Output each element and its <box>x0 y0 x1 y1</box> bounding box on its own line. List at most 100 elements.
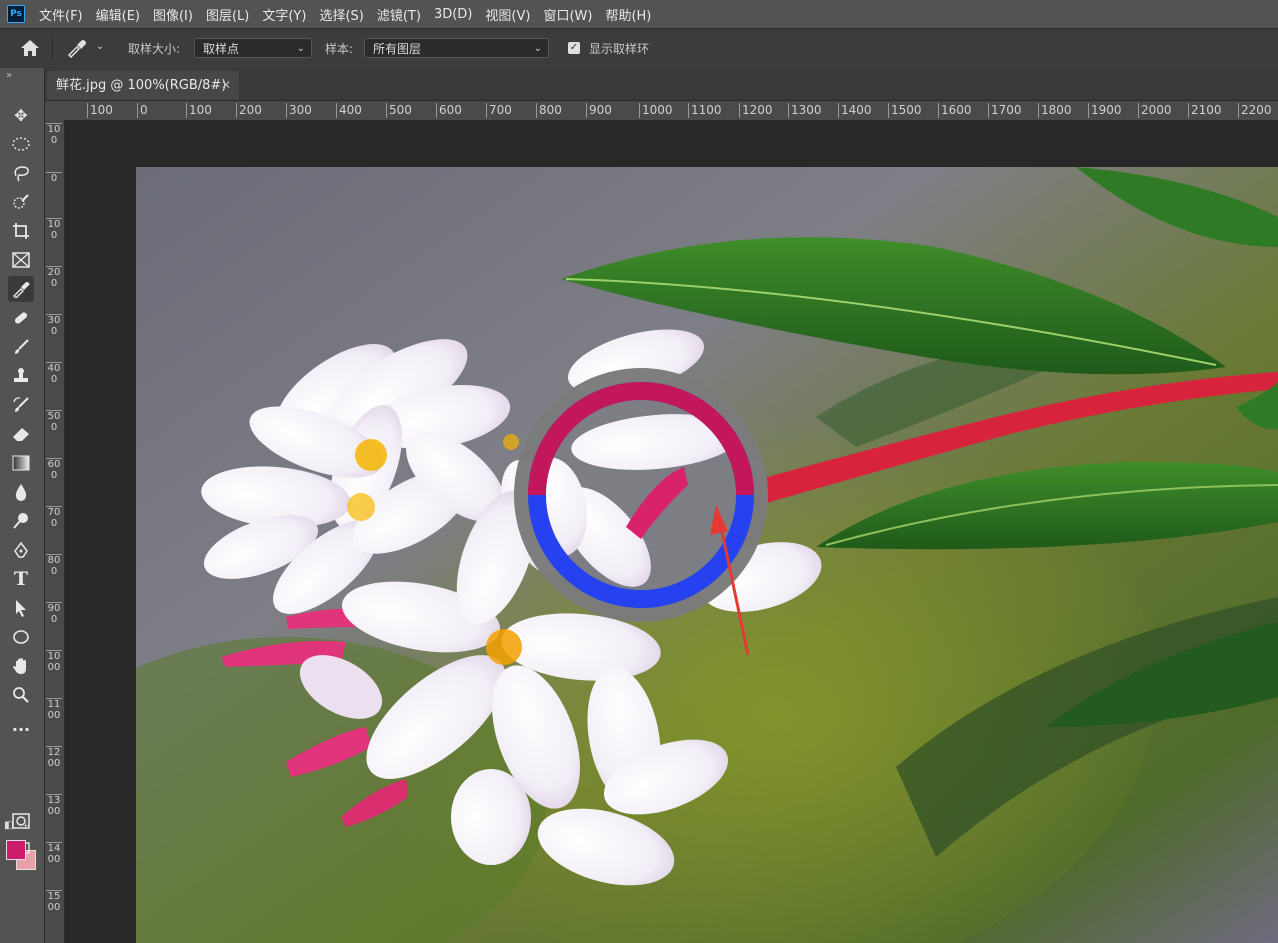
marquee-icon[interactable] <box>8 131 34 157</box>
eraser-icon[interactable] <box>8 421 34 447</box>
ruler-label: 1100 <box>688 103 722 118</box>
canvas-area[interactable] <box>65 121 1278 943</box>
sample-size-value: 取样点 <box>203 42 240 56</box>
separator <box>52 37 53 61</box>
menu-bar: Ps 文件(F) 编辑(E) 图像(I) 图层(L) 文字(Y) 选择(S) 滤… <box>0 0 1278 28</box>
zoom-icon[interactable] <box>8 682 34 708</box>
ruler-label: 200 <box>46 266 62 289</box>
blur-icon[interactable] <box>8 479 34 505</box>
ruler-label: 2100 <box>1188 103 1222 118</box>
sample-size-label: 取样大小: <box>128 42 181 56</box>
lasso-icon[interactable] <box>8 160 34 186</box>
document-tabs: 鲜花.jpg @ 100%(RGB/8#) ✕ <box>45 68 1278 101</box>
flower-center <box>503 434 519 450</box>
show-ring-label: 显示取样环 <box>589 42 650 56</box>
ruler-label: 1800 <box>1038 103 1072 118</box>
ruler-label: 100 <box>186 103 212 118</box>
crop-icon[interactable] <box>8 218 34 244</box>
collapse-icon[interactable]: » <box>6 70 12 81</box>
ruler-label: 100 <box>87 103 113 118</box>
more-icon[interactable]: ··· <box>8 716 34 742</box>
chevron-down-icon: ⌄ <box>533 43 542 54</box>
ruler-label: 1000 <box>46 650 62 673</box>
ruler-label: 1000 <box>639 103 673 118</box>
home-icon[interactable] <box>20 39 40 61</box>
ruler-label: 1200 <box>739 103 773 118</box>
ruler-label: 2000 <box>1138 103 1172 118</box>
move-icon[interactable]: ✥ <box>8 102 34 128</box>
flower-center <box>355 439 387 471</box>
flower-petal <box>451 769 531 865</box>
ruler-label: 1400 <box>46 842 62 865</box>
stamp-icon[interactable] <box>8 363 34 389</box>
sample-value: 所有图层 <box>373 42 422 56</box>
ruler-origin[interactable] <box>45 101 64 120</box>
menu-layer[interactable]: 图层(L) <box>206 5 249 24</box>
photoshop-logo[interactable]: Ps <box>7 5 25 23</box>
close-icon[interactable]: ✕ <box>221 71 231 100</box>
show-ring-checkbox[interactable]: ✓ <box>568 42 580 54</box>
document-tab-title: 鲜花.jpg @ 100%(RGB/8#) <box>56 78 227 93</box>
sample-label: 样本: <box>325 42 354 56</box>
ruler-label: 400 <box>336 103 362 118</box>
menu-3d[interactable]: 3D(D) <box>434 7 472 22</box>
menu-view[interactable]: 视图(V) <box>485 5 530 24</box>
menu-type[interactable]: 文字(Y) <box>262 5 306 24</box>
ruler-label: 400 <box>46 362 62 385</box>
ruler-label: 300 <box>286 103 312 118</box>
chevron-down-icon: ⌄ <box>296 43 305 54</box>
pen-icon[interactable] <box>8 537 34 563</box>
quick-select-icon[interactable] <box>8 189 34 215</box>
horizontal-ruler[interactable]: 100 0 100 200 300 400 500 600 700 800 90… <box>64 101 1278 121</box>
ruler-label: 700 <box>486 103 512 118</box>
ellipse-icon[interactable] <box>8 624 34 650</box>
quick-mask-icon[interactable] <box>8 808 34 834</box>
menu-file[interactable]: 文件(F) <box>39 5 83 24</box>
ruler-label: 1600 <box>938 103 972 118</box>
document-tab[interactable]: 鲜花.jpg @ 100%(RGB/8#) ✕ <box>47 71 239 100</box>
ruler-label: 1300 <box>46 794 62 817</box>
dodge-icon[interactable] <box>8 508 34 534</box>
menu-edit[interactable]: 编辑(E) <box>96 5 140 24</box>
ruler-label: 700 <box>46 506 62 529</box>
history-brush-icon[interactable] <box>8 392 34 418</box>
ruler-label: 500 <box>386 103 412 118</box>
menu-help[interactable]: 帮助(H) <box>605 5 651 24</box>
ruler-label: 1200 <box>46 746 62 769</box>
ruler-label: 100 <box>46 123 62 146</box>
gradient-icon[interactable] <box>8 450 34 476</box>
vertical-ruler[interactable]: 100 0 100 200 300 400 500 600 700 800 90… <box>45 120 65 943</box>
frame-icon[interactable] <box>8 247 34 273</box>
ruler-label: 800 <box>536 103 562 118</box>
ruler-label: 300 <box>46 314 62 337</box>
type-icon[interactable]: T <box>8 566 34 592</box>
ruler-label: 900 <box>586 103 612 118</box>
ruler-label: 800 <box>46 554 62 577</box>
menu-image[interactable]: 图像(I) <box>153 5 193 24</box>
ruler-label: 600 <box>46 458 62 481</box>
ruler-label: 0 <box>137 103 148 118</box>
ruler-label: 1100 <box>46 698 62 721</box>
path-select-icon[interactable] <box>8 595 34 621</box>
menu-filter[interactable]: 滤镜(T) <box>377 5 421 24</box>
ruler-label: 0 <box>46 172 62 184</box>
ruler-label: 900 <box>46 602 62 625</box>
sample-select[interactable]: 所有图层 ⌄ <box>364 38 549 58</box>
ruler-label: 1300 <box>788 103 822 118</box>
eyedropper-preset-icon[interactable] <box>66 38 88 62</box>
chevron-down-icon[interactable]: ⌄ <box>96 41 104 52</box>
ruler-label: 600 <box>436 103 462 118</box>
ruler-label: 1700 <box>988 103 1022 118</box>
healing-icon[interactable] <box>8 305 34 331</box>
flower-photo[interactable] <box>136 167 1278 943</box>
eyedropper-icon[interactable] <box>8 276 34 302</box>
ruler-label: 200 <box>236 103 262 118</box>
foreground-color-swatch[interactable] <box>6 840 26 860</box>
menu-window[interactable]: 窗口(W) <box>543 5 592 24</box>
hand-icon[interactable] <box>8 653 34 679</box>
sample-size-select[interactable]: 取样点 ⌄ <box>194 38 312 58</box>
ruler-label: 500 <box>46 410 62 433</box>
ruler-label: 1500 <box>888 103 922 118</box>
brush-icon[interactable] <box>8 334 34 360</box>
menu-select[interactable]: 选择(S) <box>319 5 363 24</box>
